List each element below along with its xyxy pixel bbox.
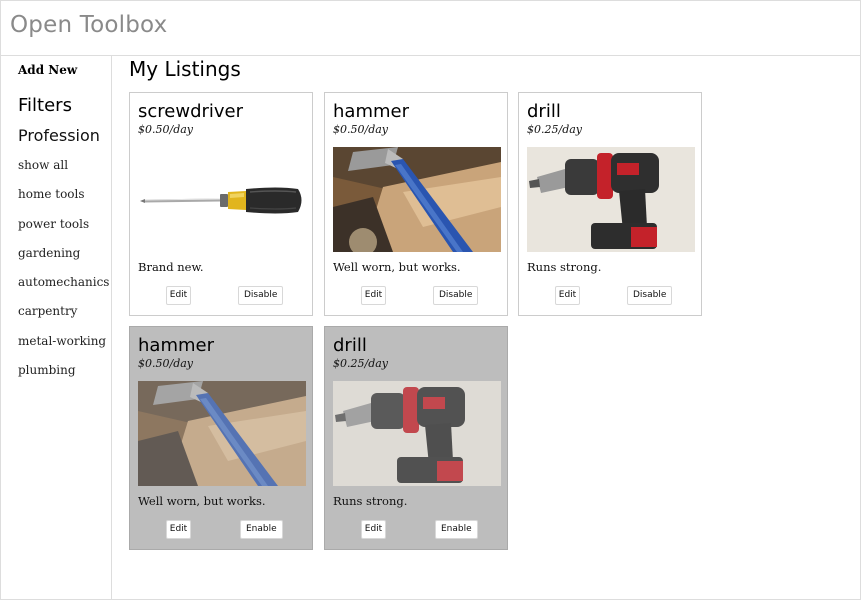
filter-show-all[interactable]: show all [18, 158, 109, 187]
edit-button[interactable]: Edit [166, 286, 191, 305]
screwdriver-image [138, 147, 306, 252]
filter-plumbing[interactable]: plumbing [18, 363, 109, 392]
header-divider [1, 55, 860, 56]
enable-button[interactable]: Enable [435, 520, 478, 539]
listing-name: hammer [333, 101, 409, 122]
listing-price: $0.50/day [333, 123, 389, 136]
filters-heading: Filters [18, 95, 72, 116]
listing-card: hammer $0.50/day Well worn, but works. E… [129, 326, 313, 550]
listing-card: screwdriver $0.50/day Brand new. Edit Di… [129, 92, 313, 316]
filter-metal-working[interactable]: metal-working [18, 334, 109, 363]
hammer-image [138, 381, 306, 486]
listing-price: $0.50/day [138, 357, 194, 370]
listing-description: Well worn, but works. [333, 260, 461, 274]
listing-card: hammer $0.50/day Well worn, but works. E… [324, 92, 508, 316]
filter-automechanics[interactable]: automechanics [18, 275, 109, 304]
disable-button[interactable]: Disable [238, 286, 284, 305]
edit-button[interactable]: Edit [361, 286, 386, 305]
listing-card: drill $0.25/day Runs strong. Edit Enable [324, 326, 508, 550]
profession-heading: Profession [18, 126, 100, 145]
page-title: My Listings [129, 57, 241, 81]
listing-name: screwdriver [138, 101, 244, 122]
filter-gardening[interactable]: gardening [18, 246, 109, 275]
app-title: Open Toolbox [10, 12, 168, 38]
edit-button[interactable]: Edit [166, 520, 191, 539]
listing-description: Well worn, but works. [138, 494, 266, 508]
drill-image [333, 381, 501, 486]
add-new-link[interactable]: Add New [18, 63, 77, 77]
enable-button[interactable]: Enable [240, 520, 283, 539]
drill-image [527, 147, 695, 252]
disable-button[interactable]: Disable [627, 286, 673, 305]
hammer-image [333, 147, 501, 252]
listing-name: drill [527, 101, 561, 122]
listing-card: drill $0.25/day Runs strong. Edit Disabl… [518, 92, 702, 316]
listing-name: hammer [138, 335, 214, 356]
listing-price: $0.25/day [333, 357, 389, 370]
filter-power-tools[interactable]: power tools [18, 217, 109, 246]
edit-button[interactable]: Edit [555, 286, 580, 305]
profession-filter-list: show all home tools power tools gardenin… [18, 158, 109, 392]
sidebar: Add New Filters Profession show all home… [1, 56, 112, 600]
listing-price: $0.50/day [138, 123, 194, 136]
listing-price: $0.25/day [527, 123, 583, 136]
listing-description: Brand new. [138, 260, 204, 274]
listing-name: drill [333, 335, 367, 356]
listing-description: Runs strong. [333, 494, 408, 508]
filter-home-tools[interactable]: home tools [18, 187, 109, 216]
filter-carpentry[interactable]: carpentry [18, 304, 109, 333]
edit-button[interactable]: Edit [361, 520, 386, 539]
disable-button[interactable]: Disable [433, 286, 479, 305]
listing-description: Runs strong. [527, 260, 602, 274]
